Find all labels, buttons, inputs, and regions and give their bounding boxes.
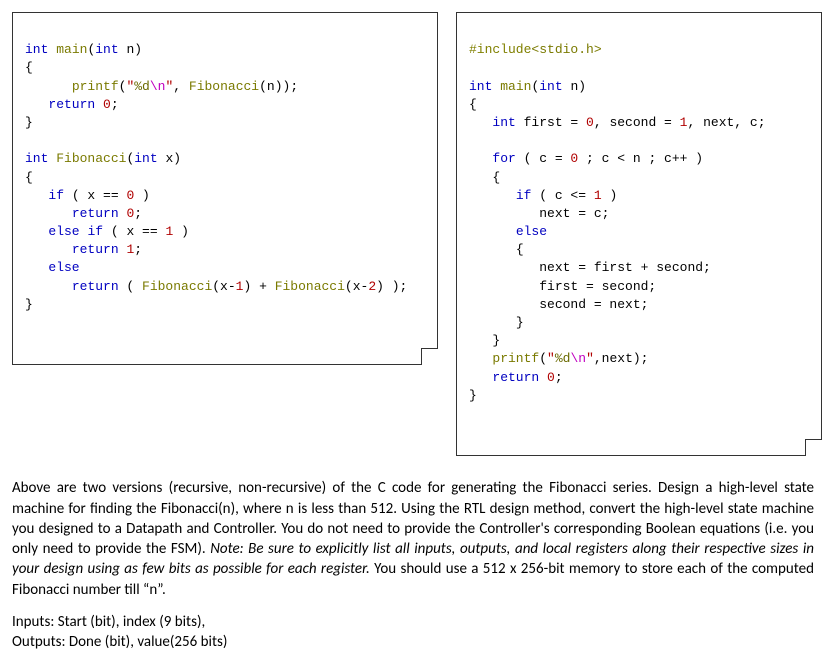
code-line: second = next;	[469, 297, 648, 312]
code-line: return 0;	[25, 206, 142, 221]
code-line: printf("%d\n", Fibonacci(n));	[25, 79, 298, 94]
code-line	[469, 60, 477, 75]
code-line: first = second;	[469, 279, 656, 294]
code-line: if ( x == 0 )	[25, 188, 150, 203]
code-line: {	[469, 97, 477, 112]
code-line: {	[469, 170, 500, 185]
code-line: }	[25, 115, 33, 130]
code-line: return 0;	[469, 370, 563, 385]
code-line: printf("%d\n",next);	[469, 351, 648, 366]
code-line	[25, 133, 33, 148]
code-row: int main(int n) { printf("%d\n", Fibonac…	[12, 12, 814, 456]
code-line: next = first + second;	[469, 260, 711, 275]
code-line: {	[25, 170, 33, 185]
code-line: for ( c = 0 ; c < n ; c++ )	[469, 151, 703, 166]
code-line	[469, 133, 477, 148]
code-line: else	[469, 224, 547, 239]
code-line: else	[25, 260, 80, 275]
code-box-recursive: int main(int n) { printf("%d\n", Fibonac…	[12, 12, 438, 365]
code-line: }	[469, 333, 500, 348]
code-line: else if ( x == 1 )	[25, 224, 189, 239]
question-prompt: Above are two versions (recursive, non-r…	[12, 478, 814, 600]
code-line: {	[25, 60, 33, 75]
code-line: int main(int n)	[25, 42, 142, 57]
code-line: #include<stdio.h>	[469, 42, 602, 57]
code-line: return 0;	[25, 97, 119, 112]
code-line: if ( c <= 1 )	[469, 188, 617, 203]
code-line: }	[469, 315, 524, 330]
page-fold-icon	[421, 348, 438, 365]
code-line: int Fibonacci(int x)	[25, 151, 181, 166]
code-line: }	[469, 388, 477, 403]
code-line: return ( Fibonacci(x-1) + Fibonacci(x-2)…	[25, 279, 407, 294]
code-line: next = c;	[469, 206, 609, 221]
code-line: }	[25, 297, 33, 312]
outputs-line: Outputs: Done (bit), value(256 bits)	[12, 632, 814, 652]
code-line: {	[469, 242, 524, 257]
page-fold-icon	[805, 439, 822, 456]
code-box-iterative: #include<stdio.h> int main(int n) { int …	[456, 12, 822, 456]
inputs-line: Inputs: Start (bit), index (9 bits),	[12, 612, 814, 632]
code-line: int main(int n)	[469, 79, 586, 94]
code-line: return 1;	[25, 242, 142, 257]
code-line: int first = 0, second = 1, next, c;	[469, 115, 766, 130]
